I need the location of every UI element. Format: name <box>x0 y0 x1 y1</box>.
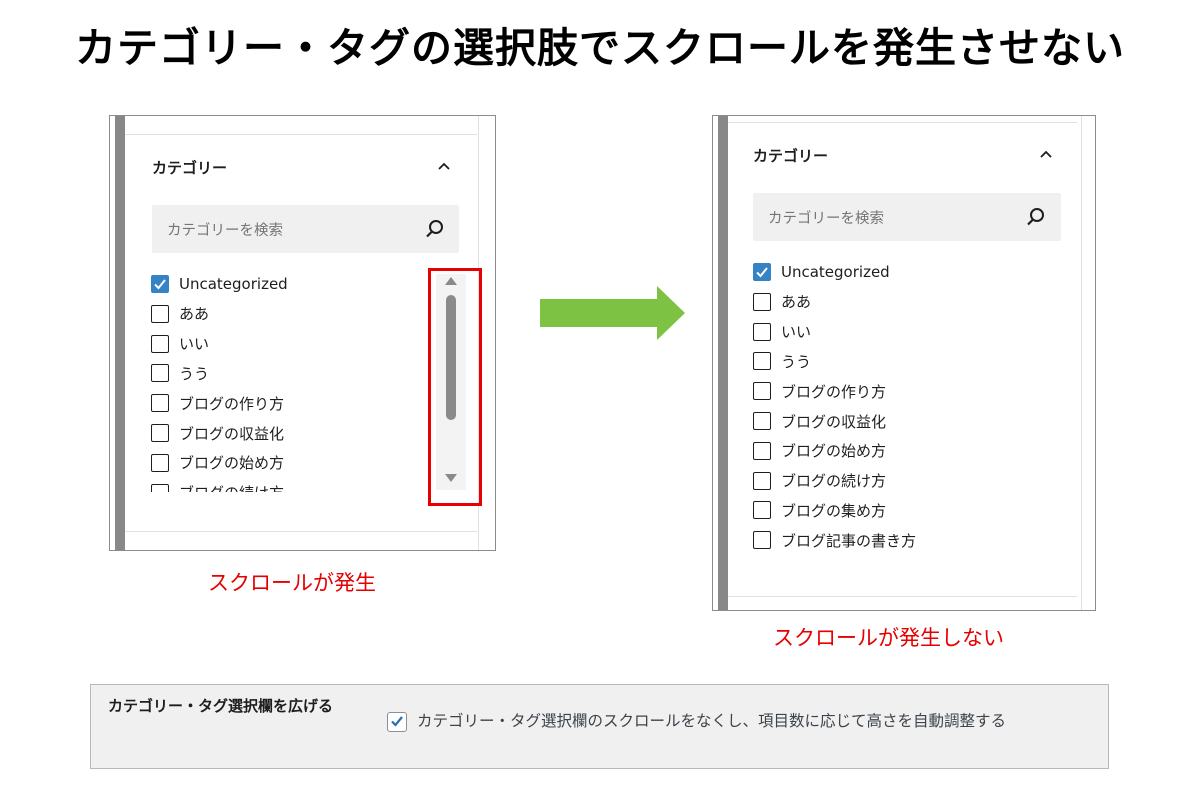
check-icon <box>756 267 768 278</box>
chevron-up-icon[interactable] <box>434 156 454 176</box>
category-checkbox[interactable] <box>753 322 771 341</box>
panel-top-divider <box>125 134 477 135</box>
list-item[interactable]: ブログの続け方 <box>753 469 886 493</box>
setting-label: カテゴリー・タグ選択欄を広げる <box>108 697 334 715</box>
check-icon <box>154 279 166 290</box>
category-label: ブログの作り方 <box>781 382 887 401</box>
category-label: ブログの作り方 <box>179 394 285 413</box>
category-checklist: Uncategorized ああいいううブログの作り方 ブログの収益化 ブログの始め方… <box>151 272 421 492</box>
category-checkbox[interactable] <box>151 453 169 472</box>
search-icon <box>426 220 443 238</box>
list-item[interactable]: ブログの始め方 <box>753 439 886 463</box>
category-checkbox[interactable] <box>753 471 771 490</box>
category-checkbox[interactable] <box>151 394 169 413</box>
search-icon <box>1027 208 1044 226</box>
chevron-up-icon[interactable] <box>1036 144 1056 164</box>
category-label: ああ <box>781 293 812 312</box>
list-item[interactable]: いい <box>753 320 811 344</box>
search-placeholder: カテゴリーを検索 <box>167 222 283 239</box>
category-checkbox[interactable] <box>753 412 771 430</box>
category-label: ブログの続け方 <box>179 482 284 492</box>
category-label: うう <box>781 352 812 371</box>
scrollbar-highlight-box <box>428 268 482 506</box>
panel-bottom-divider <box>728 596 1077 597</box>
category-label: ブログの集め方 <box>781 501 887 520</box>
panel-right-border <box>1081 116 1082 610</box>
list-item[interactable]: ブログの収益化 <box>753 409 886 433</box>
editor-edge <box>718 116 728 610</box>
caption-after: スクロールが発生しない <box>773 626 1004 650</box>
list-item[interactable]: ブログの作り方 <box>753 379 886 403</box>
list-item[interactable]: ああ <box>753 290 811 314</box>
list-item[interactable]: ブログの始め方 <box>151 451 284 475</box>
list-item[interactable]: Uncategorized <box>753 260 890 284</box>
category-label: いい <box>781 323 812 342</box>
panel-top-divider <box>728 122 1077 123</box>
category-search-input[interactable]: カテゴリーを検索 <box>152 205 459 253</box>
category-label: ああ <box>179 305 210 324</box>
category-checkbox[interactable] <box>151 364 169 383</box>
category-label: うう <box>179 364 210 383</box>
category-checklist: Uncategorized ああいいううブログの作り方 ブログの収益化 ブログの始め方… <box>753 260 1053 560</box>
category-label: ブログの続け方 <box>781 472 887 491</box>
category-checkbox[interactable] <box>753 292 771 311</box>
editor-edge <box>115 116 125 550</box>
expand-selector-checkbox[interactable] <box>387 712 407 732</box>
category-label: ブログの始め方 <box>781 442 887 461</box>
list-item[interactable]: ブログの収益化 <box>151 421 284 445</box>
category-checkbox[interactable] <box>753 531 771 550</box>
panel-title: カテゴリー <box>753 147 829 165</box>
list-item[interactable]: ブログの続け方 <box>151 481 284 492</box>
category-label: いい <box>179 335 210 354</box>
page-title: カテゴリー・タグの選択肢でスクロールを発生させない <box>75 24 1125 72</box>
category-checkbox[interactable] <box>753 352 771 371</box>
category-checkbox[interactable] <box>753 501 771 520</box>
list-item[interactable]: うう <box>753 349 811 373</box>
setting-option-text[interactable]: カテゴリー・タグ選択欄のスクロールをなくし、項目数に応じて高さを自動調整する <box>417 709 1006 731</box>
right-arrow-icon <box>540 286 685 340</box>
category-checkbox[interactable] <box>151 424 169 442</box>
category-checkbox[interactable] <box>753 441 771 460</box>
category-checkbox[interactable] <box>151 304 169 323</box>
settings-row: カテゴリー・タグ選択欄を広げる カテゴリー・タグ選択欄のスクロールをなくし、項目… <box>90 684 1109 769</box>
category-checkbox[interactable] <box>151 334 169 353</box>
list-item[interactable]: ブログの作り方 <box>151 391 284 415</box>
list-item[interactable]: ブログ記事の書き方 <box>753 528 916 552</box>
list-item[interactable]: ブログの集め方 <box>753 498 886 522</box>
category-checkbox[interactable] <box>753 263 771 281</box>
check-icon <box>391 716 403 727</box>
category-label: Uncategorized <box>781 263 890 281</box>
panel-bottom-divider <box>125 531 477 532</box>
category-label: ブログの始め方 <box>179 454 285 473</box>
category-label: Uncategorized <box>179 275 288 293</box>
caption-before: スクロールが発生 <box>208 571 376 595</box>
list-item[interactable]: うう <box>151 361 209 385</box>
category-label: ブログ記事の書き方 <box>781 531 917 550</box>
category-label: ブログの収益化 <box>179 424 285 443</box>
category-checkbox[interactable] <box>151 483 169 492</box>
category-checkbox[interactable] <box>753 382 771 401</box>
category-search-input[interactable]: カテゴリーを検索 <box>753 193 1061 241</box>
list-item[interactable]: いい <box>151 332 209 356</box>
panel-title: カテゴリー <box>152 159 228 177</box>
category-checkbox[interactable] <box>151 275 169 293</box>
list-item[interactable]: ああ <box>151 302 209 326</box>
search-placeholder: カテゴリーを検索 <box>768 210 884 227</box>
category-label: ブログの収益化 <box>781 412 887 431</box>
list-item[interactable]: Uncategorized <box>151 272 288 296</box>
